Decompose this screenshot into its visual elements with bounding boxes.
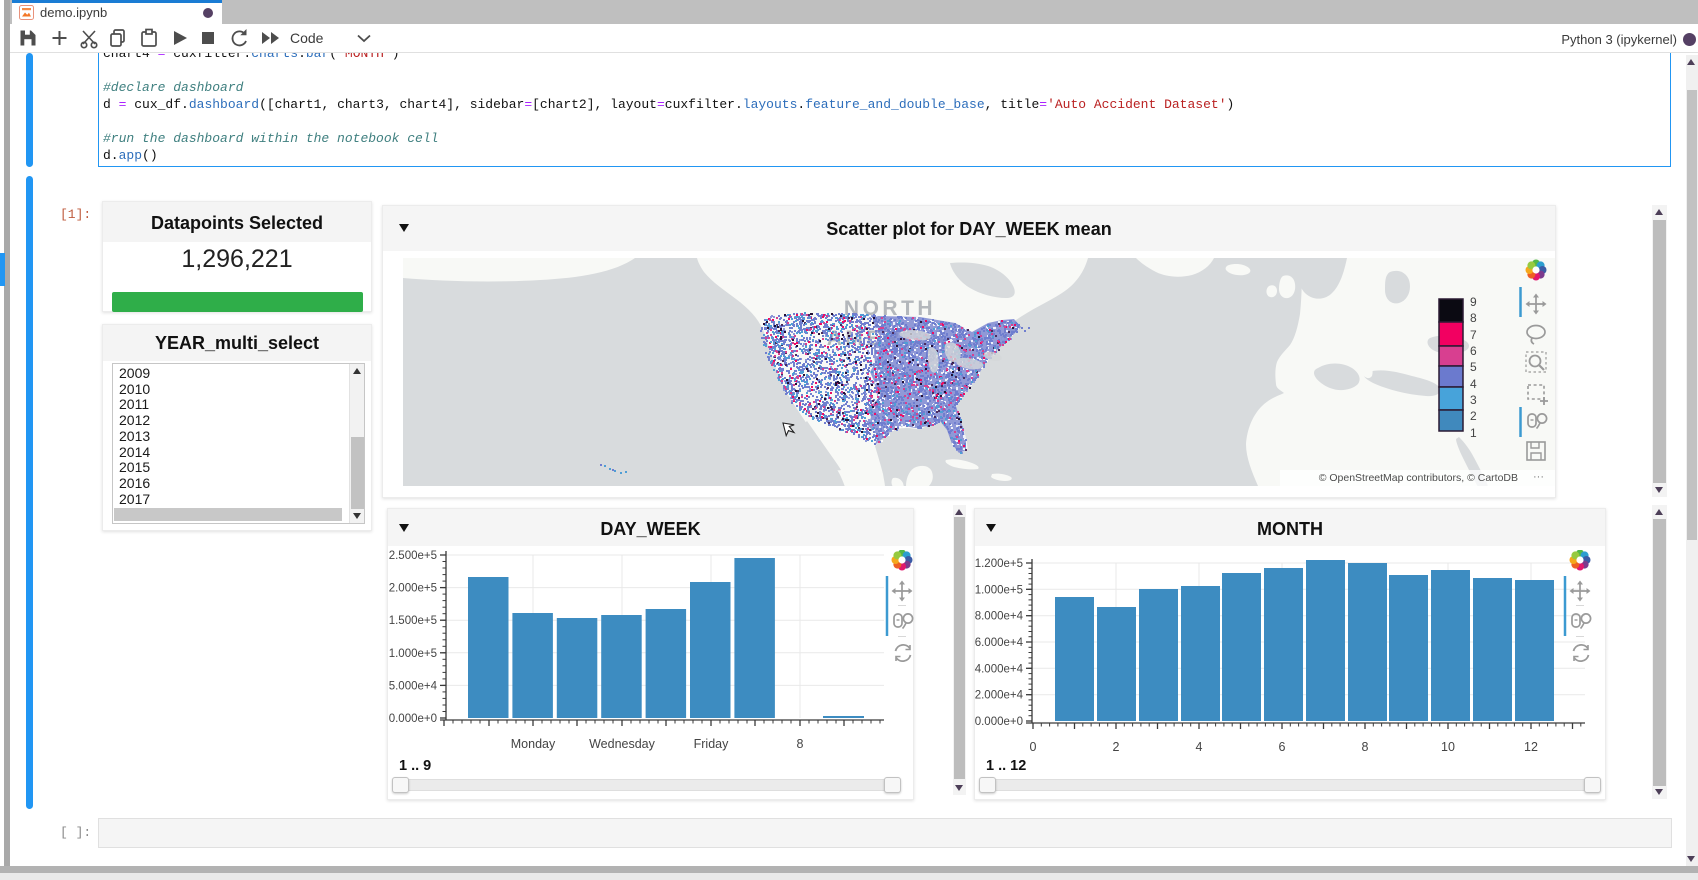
svg-text:4: 4 [1196,740,1203,754]
svg-text:4: 4 [1470,377,1477,391]
svg-text:9: 9 [1470,295,1477,309]
svg-text:6: 6 [1279,740,1286,754]
svg-text:Code: Code [290,30,324,46]
svg-text:12: 12 [1524,740,1538,754]
svg-text:Friday: Friday [694,737,729,751]
svg-text:0: 0 [1030,740,1037,754]
svg-text:5.000e+4: 5.000e+4 [389,680,438,692]
svg-text:4.000e+4: 4.000e+4 [975,663,1024,675]
svg-text:2: 2 [1470,409,1477,423]
svg-text:0.000e+0: 0.000e+0 [389,713,437,725]
svg-text:1.500e+5: 1.500e+5 [389,615,437,627]
svg-text:Monday: Monday [511,737,556,751]
svg-text:8: 8 [797,737,804,751]
svg-text:6: 6 [1470,344,1477,358]
svg-text:© OpenStreetMap contributors,: © OpenStreetMap contributors, © CartoDB [1319,472,1518,484]
svg-text:10: 10 [1441,740,1455,754]
svg-text:6.000e+4: 6.000e+4 [975,637,1024,649]
svg-text:8: 8 [1470,311,1477,325]
svg-text:1.000e+5: 1.000e+5 [975,584,1023,596]
svg-text:1: 1 [1470,426,1477,440]
svg-text:···: ··· [1533,471,1544,483]
svg-text:1.000e+5: 1.000e+5 [389,648,437,660]
svg-text:8: 8 [1362,740,1369,754]
svg-text:5: 5 [1470,360,1477,374]
svg-text:2.500e+5: 2.500e+5 [389,550,437,562]
svg-text:0.000e+0: 0.000e+0 [975,716,1023,728]
svg-text:1.200e+5: 1.200e+5 [975,558,1023,570]
svg-text:2: 2 [1113,740,1120,754]
svg-text:2.000e+5: 2.000e+5 [389,583,437,595]
svg-text:2.000e+4: 2.000e+4 [975,690,1024,702]
svg-text:8.000e+4: 8.000e+4 [975,611,1024,623]
svg-text:7: 7 [1470,328,1477,342]
svg-text:3: 3 [1470,393,1477,407]
svg-text:Wednesday: Wednesday [589,737,656,751]
